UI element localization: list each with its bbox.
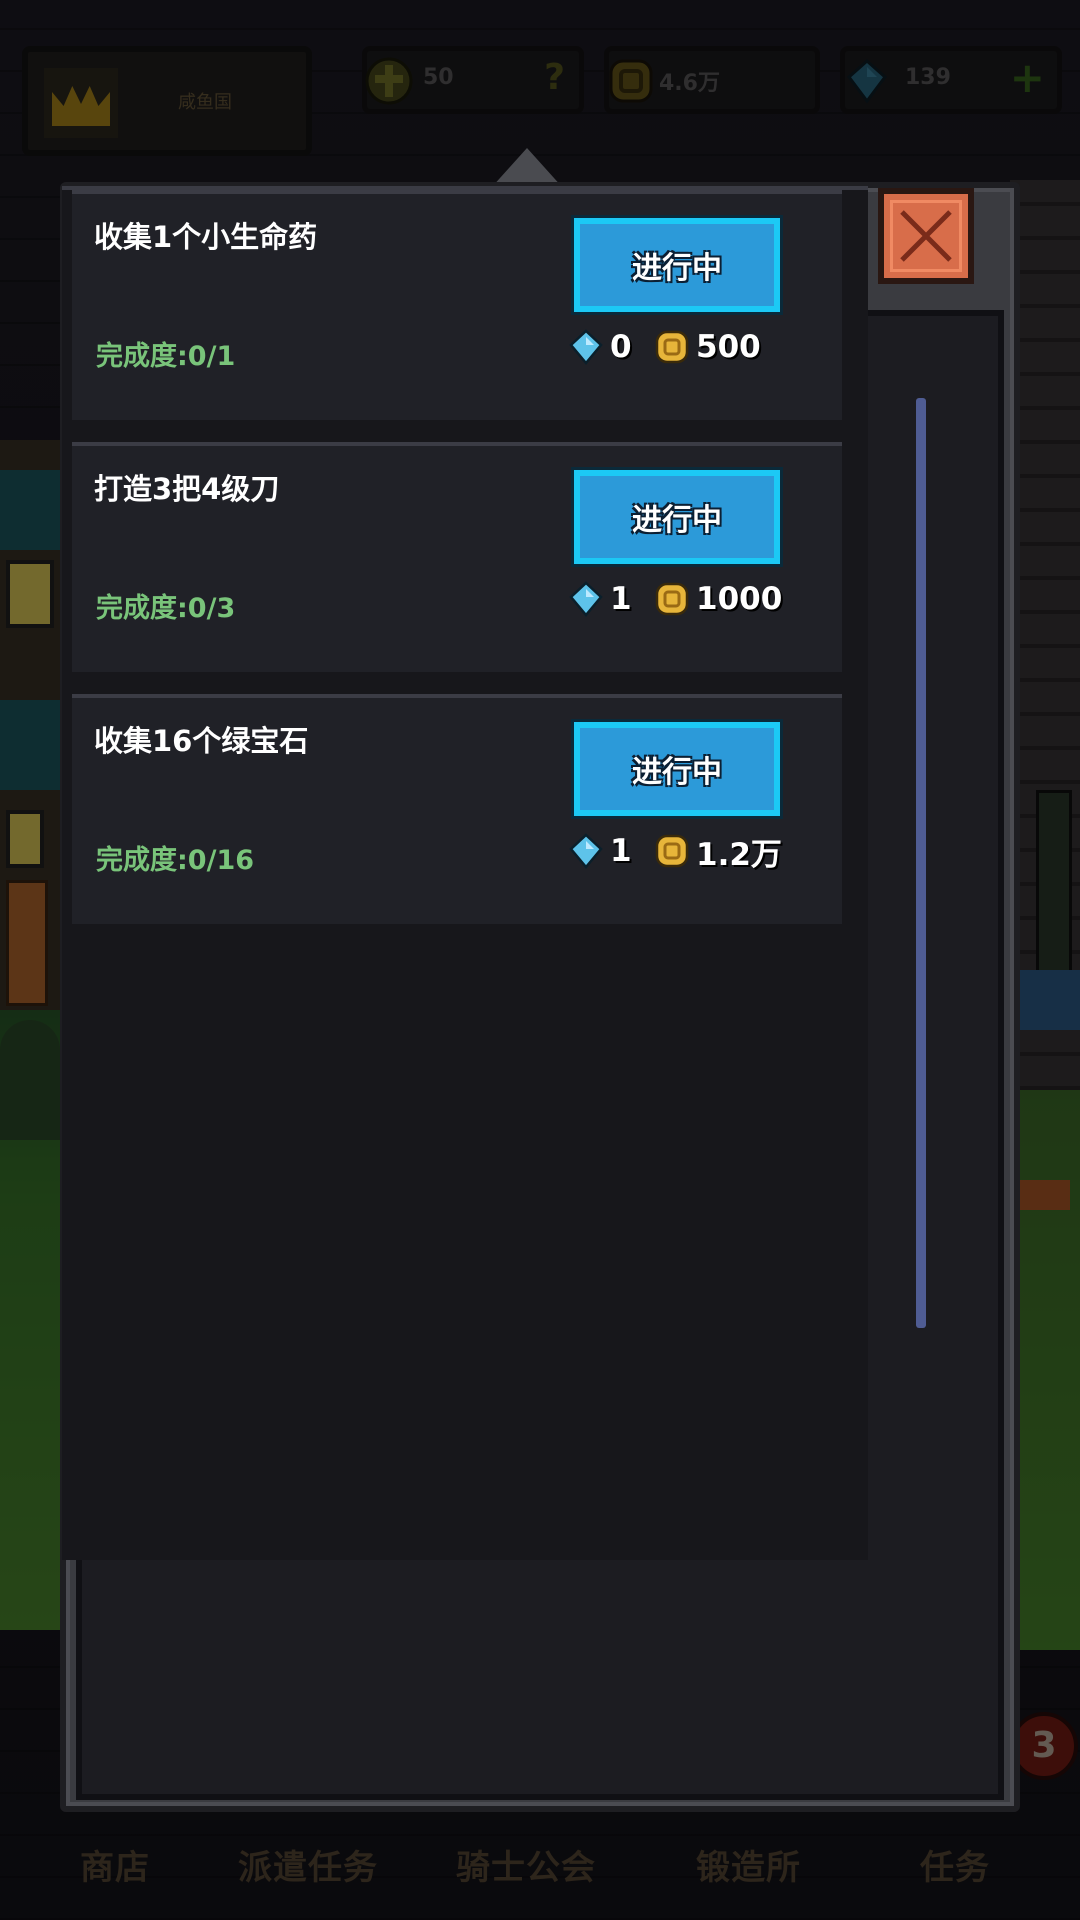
quest-progress: 完成度:0/16 bbox=[96, 845, 255, 876]
close-icon bbox=[900, 210, 952, 262]
in-progress-label: 进行中 bbox=[632, 503, 722, 538]
gem-reward: 0 bbox=[568, 326, 632, 368]
gem-reward-value: 1 bbox=[610, 581, 632, 617]
in-progress-button[interactable]: 进行中 bbox=[574, 218, 780, 312]
coin-reward: 1.2万 bbox=[654, 830, 782, 873]
coin-reward-value: 500 bbox=[696, 329, 761, 365]
gold-coin-icon bbox=[655, 330, 689, 364]
quest-progress: 完成度:0/3 bbox=[96, 593, 236, 624]
quest-item: 收集16个绿宝石 进行中 完成度:0/16 1 1.2万 bbox=[72, 694, 842, 924]
gold-coin-icon bbox=[655, 834, 689, 868]
close-button[interactable] bbox=[878, 188, 974, 284]
in-progress-button[interactable]: 进行中 bbox=[574, 470, 780, 564]
quest-list[interactable]: 收集1个小生命药 进行中 完成度:0/1 0 500 打造3把4级刀 进行中 完… bbox=[62, 186, 868, 1560]
quest-progress: 完成度:0/1 bbox=[96, 341, 236, 372]
quest-item: 收集1个小生命药 进行中 完成度:0/1 0 500 bbox=[72, 190, 842, 420]
coin-reward-value: 1.2万 bbox=[696, 836, 782, 873]
gold-coin-icon bbox=[655, 582, 689, 616]
blue-gem-icon bbox=[569, 833, 603, 869]
in-progress-button[interactable]: 进行中 bbox=[574, 722, 780, 816]
in-progress-label: 进行中 bbox=[632, 251, 722, 286]
quest-item: 打造3把4级刀 进行中 完成度:0/3 1 1000 bbox=[72, 442, 842, 672]
quest-title: 打造3把4级刀 bbox=[94, 472, 280, 506]
quest-title: 收集16个绿宝石 bbox=[94, 724, 309, 758]
coin-reward: 500 bbox=[654, 326, 761, 368]
scrollbar[interactable] bbox=[916, 398, 926, 1328]
coin-reward: 1000 bbox=[654, 578, 782, 620]
gem-reward: 1 bbox=[568, 830, 632, 872]
gem-reward-value: 1 bbox=[610, 833, 632, 869]
blue-gem-icon bbox=[569, 329, 603, 365]
coin-reward-value: 1000 bbox=[696, 581, 783, 617]
in-progress-label: 进行中 bbox=[632, 755, 722, 790]
gem-reward: 1 bbox=[568, 578, 632, 620]
quest-title: 收集1个小生命药 bbox=[94, 220, 318, 254]
gem-reward-value: 0 bbox=[610, 329, 632, 365]
blue-gem-icon bbox=[569, 581, 603, 617]
